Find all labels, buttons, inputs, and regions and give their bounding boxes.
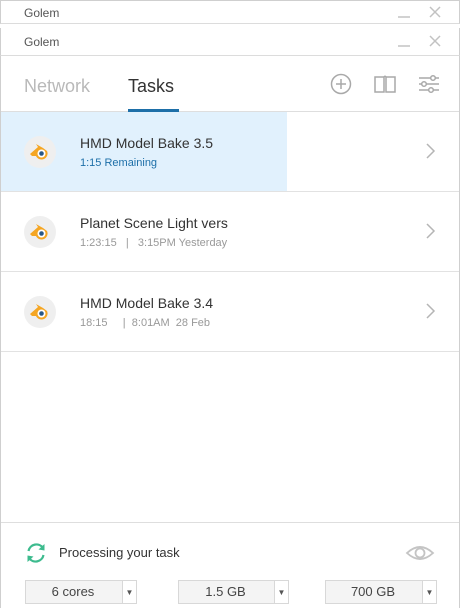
task-row[interactable]: Planet Scene Light vers 1:23:15 | 3:15PM… xyxy=(1,192,459,272)
task-remaining-time: 1:15 Remaining xyxy=(80,157,158,169)
app-frame: Network Tasks HMD Model Bake 3.5 1:15 Re… xyxy=(0,56,460,608)
blender-icon xyxy=(24,296,56,328)
ram-select[interactable]: 1.5 GB ▼ xyxy=(178,580,289,604)
close-icon[interactable] xyxy=(426,3,444,21)
ram-value: 1.5 GB xyxy=(205,584,246,599)
chevron-right-icon[interactable] xyxy=(424,302,436,325)
cores-value: 6 cores xyxy=(51,584,95,599)
task-row[interactable]: HMD Model Bake 3.4 18:15 | 8:01AM 28 Feb xyxy=(1,272,459,352)
add-icon[interactable] xyxy=(329,72,353,96)
settings-sliders-icon[interactable] xyxy=(417,72,441,96)
task-name: HMD Model Bake 3.5 xyxy=(80,135,214,151)
window-title: Golem xyxy=(24,6,60,20)
eye-icon[interactable] xyxy=(405,543,435,568)
task-row[interactable]: HMD Model Bake 3.5 1:15 Remaining xyxy=(1,112,459,192)
dropdown-arrow-icon[interactable]: ▼ xyxy=(122,581,136,603)
close-icon[interactable] xyxy=(426,32,444,50)
minimize-icon[interactable] xyxy=(395,32,413,50)
blender-icon xyxy=(24,136,56,168)
disk-value: 700 GB xyxy=(350,584,396,599)
task-meta: 18:15 | 8:01AM 28 Feb xyxy=(80,317,211,329)
window-titlebar[interactable]: Golem xyxy=(0,28,460,56)
resource-settings: 6 cores ▼ 1.5 GB ▼ 700 GB ▼ xyxy=(1,580,459,608)
window-title: Golem xyxy=(24,35,60,49)
task-name: Planet Scene Light vers xyxy=(80,215,228,231)
dropdown-arrow-icon[interactable]: ▼ xyxy=(274,581,288,603)
task-meta: 1:23:15 | 3:15PM Yesterday xyxy=(80,237,228,249)
status-text: Processing your task xyxy=(59,545,180,560)
status-bar: Processing your task xyxy=(1,522,459,584)
dropdown-arrow-icon[interactable]: ▼ xyxy=(422,581,436,603)
chevron-right-icon[interactable] xyxy=(424,222,436,245)
chevron-right-icon[interactable] xyxy=(424,142,436,165)
disk-select[interactable]: 700 GB ▼ xyxy=(325,580,437,604)
tab-tasks[interactable]: Tasks xyxy=(128,76,174,97)
window-titlebar-back[interactable]: Golem xyxy=(0,0,460,24)
top-nav: Network Tasks xyxy=(1,56,459,112)
sync-icon xyxy=(24,541,48,570)
docs-book-icon[interactable] xyxy=(373,72,397,96)
minimize-icon[interactable] xyxy=(395,3,413,21)
task-name: HMD Model Bake 3.4 xyxy=(80,295,214,311)
tab-network[interactable]: Network xyxy=(24,76,90,97)
blender-icon xyxy=(24,216,56,248)
cores-select[interactable]: 6 cores ▼ xyxy=(25,580,137,604)
